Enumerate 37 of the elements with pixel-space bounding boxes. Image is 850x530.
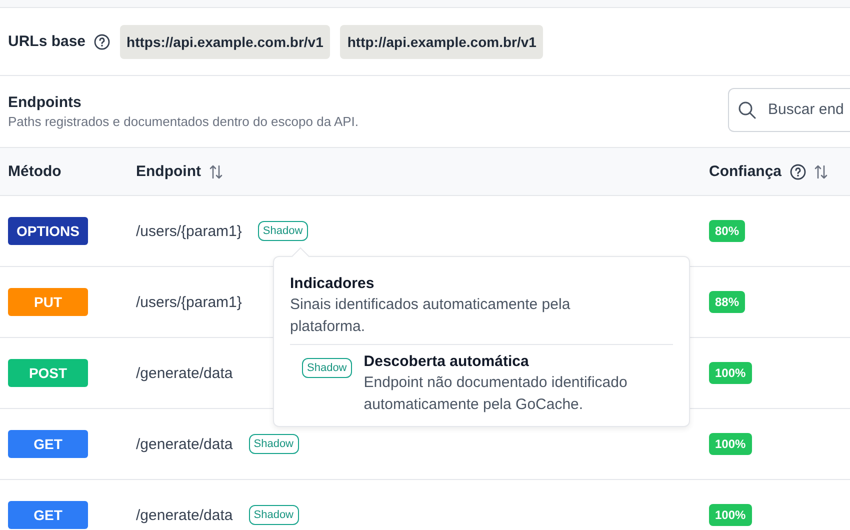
endpoint-path: /users/{param1} [136, 222, 242, 240]
endpoint-path: /generate/data [136, 436, 233, 452]
help-icon [94, 34, 110, 50]
method-badge: GET [8, 501, 88, 529]
shadow-tag: Shadow [302, 358, 352, 378]
endpoint-path: /generate/data [136, 506, 233, 524]
confidence-badge: 80% [709, 220, 746, 242]
method-badge: POST [8, 359, 88, 387]
indicator-title: Descoberta automática [364, 353, 530, 370]
sort-icon [814, 164, 828, 180]
shadow-tag: Shadow [248, 434, 299, 454]
confidence-badge: 100% [709, 504, 752, 526]
url-chip: https://api.example.com.br/v1 [120, 24, 330, 58]
endpoint-path: /generate/data [136, 364, 233, 382]
section-subtitle: Paths registrados e documentados dentro do escopo da API. [8, 114, 359, 129]
method-badge: OPTIONS [8, 217, 88, 245]
column-header: Endpoint [136, 163, 201, 180]
url-chip: http://api.example.com.br/v1 [340, 24, 544, 58]
method-badge: PUT [8, 288, 88, 316]
tooltip-text: Sinais identificados automaticamente pela plataforma. [290, 294, 673, 345]
help-icon [790, 164, 806, 180]
confidence-badge: 100% [709, 362, 752, 384]
search-icon [738, 100, 756, 118]
tooltip-title: Indicadores [290, 275, 376, 292]
endpoint-path: /users/{param1} [136, 294, 242, 310]
section-title: Endpoints [8, 94, 82, 111]
indicator-text: Endpoint não documentado identificado automaticamente pela GoCache. [364, 373, 628, 415]
base-urls-label: URLs base [8, 33, 86, 50]
confidence-badge: 100% [709, 433, 752, 455]
method-badge: GET [8, 430, 88, 458]
column-header: Método [8, 163, 62, 180]
search-field[interactable]: Buscar end [728, 88, 850, 132]
sort-icon [208, 164, 223, 180]
shadow-tag: Shadow [248, 505, 299, 525]
column-header: Confiança [709, 163, 782, 180]
shadow-tag: Shadow [258, 221, 308, 241]
confidence-badge: 88% [709, 291, 746, 313]
